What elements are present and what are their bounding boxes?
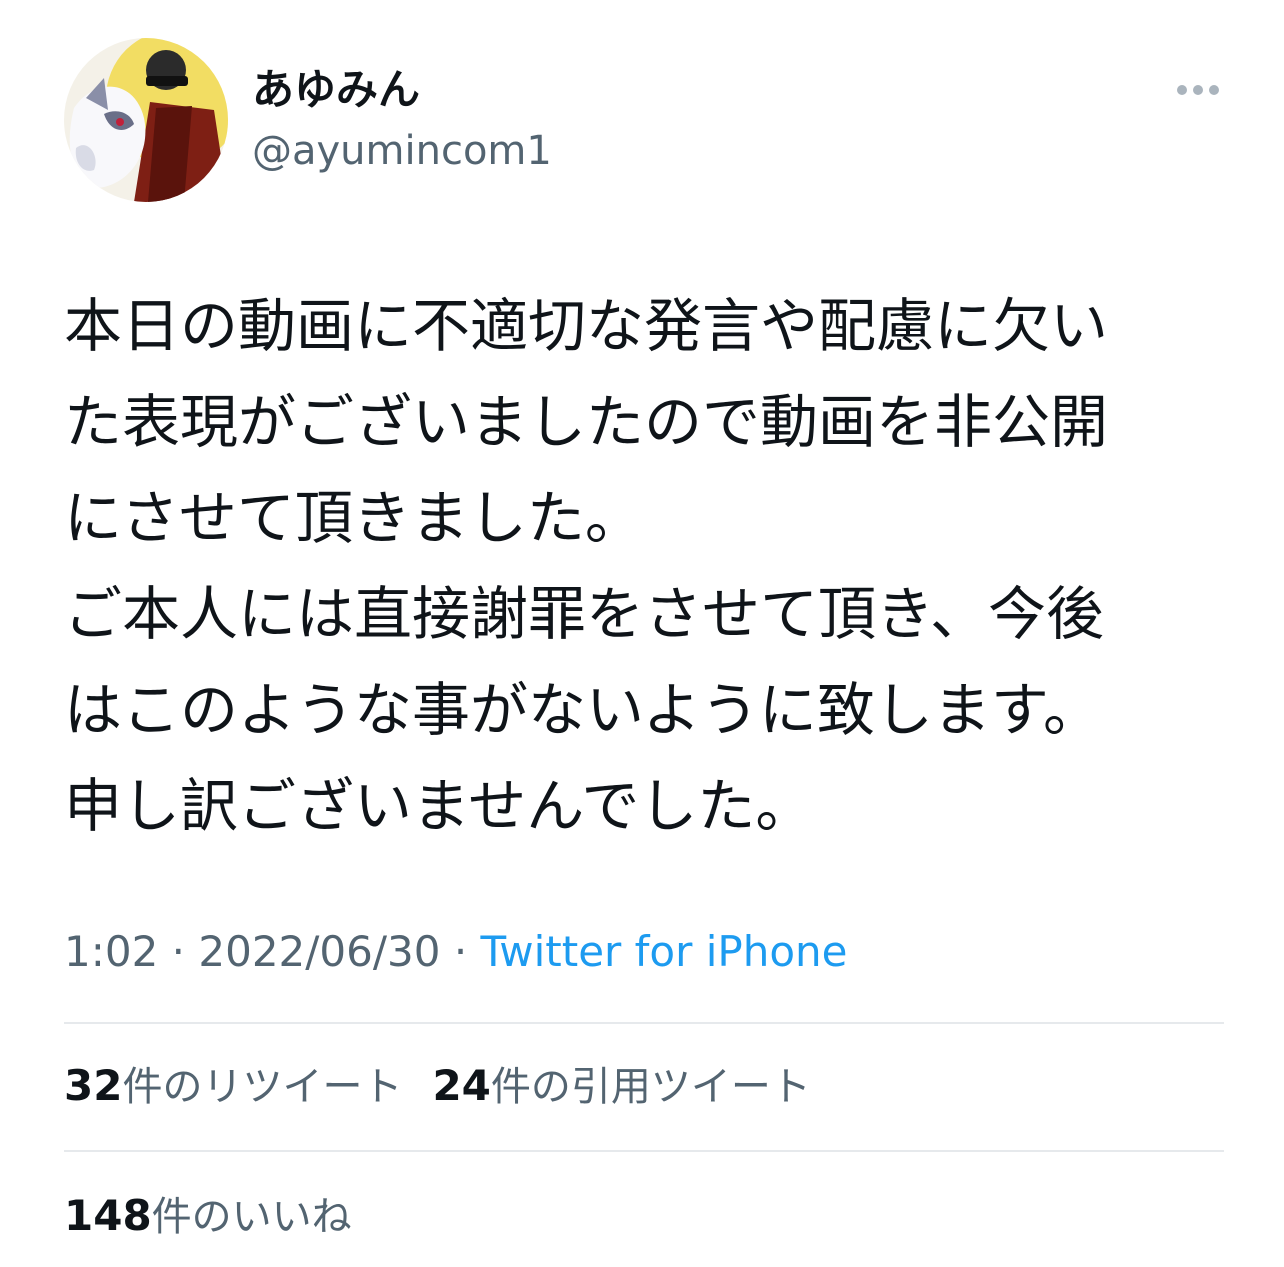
retweets-stat[interactable]: 32件のリツイート	[64, 1061, 403, 1110]
tweet-source-link[interactable]: Twitter for iPhone	[481, 927, 848, 976]
stats-row-retweets: 32件のリツイート 24件の引用ツイート	[64, 1058, 811, 1115]
tweet-text: 本日の動画に不適切な発言や配慮に欠い た表現がございましたので動画を非公開 にさ…	[64, 292, 1109, 840]
profile-avatar[interactable]	[64, 38, 228, 202]
author-display-name[interactable]: あゆみん	[252, 62, 420, 118]
likes-count: 148	[64, 1191, 152, 1240]
retweets-label: 件のリツイート	[122, 1064, 403, 1110]
quotes-count: 24	[432, 1061, 491, 1110]
divider	[64, 1022, 1224, 1024]
quotes-label: 件の引用ツイート	[490, 1064, 811, 1110]
meta-separator: ·	[158, 927, 199, 976]
more-options-icon[interactable]	[1170, 72, 1226, 108]
meta-separator: ·	[440, 927, 481, 976]
tweet-date: 2022/06/30	[198, 927, 441, 976]
author-handle[interactable]: @ayumincom1	[252, 124, 552, 178]
avatar-illustration	[64, 38, 228, 202]
stats-row-likes: 148件のいいね	[64, 1188, 352, 1245]
quotes-stat[interactable]: 24件の引用ツイート	[432, 1061, 811, 1110]
likes-label: 件のいいね	[151, 1194, 352, 1240]
likes-stat[interactable]: 148件のいいね	[64, 1191, 352, 1240]
divider	[64, 1150, 1224, 1152]
tweet-time: 1:02	[64, 927, 159, 976]
tweet-meta: 1:02 · 2022/06/30 · Twitter for iPhone	[64, 922, 848, 982]
retweets-count: 32	[64, 1061, 123, 1110]
